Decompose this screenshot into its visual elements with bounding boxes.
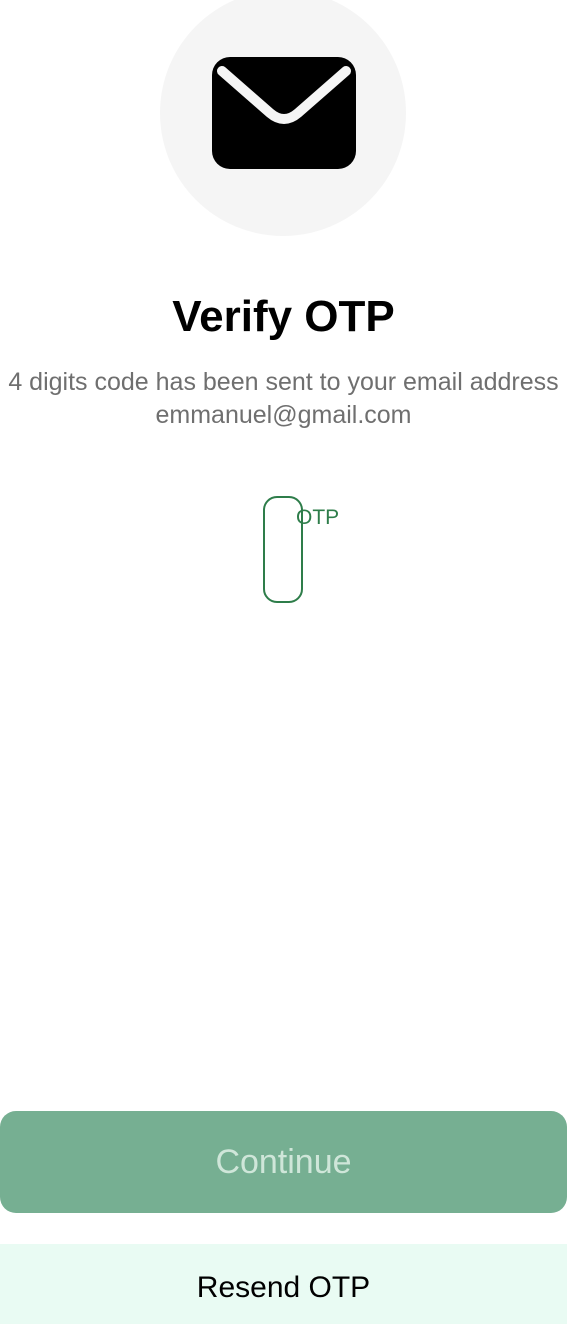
continue-button-label: Continue <box>215 1142 352 1181</box>
resend-otp-button[interactable]: Resend OTP <box>0 1244 567 1324</box>
otp-instructions: 4 digits code has been sent to your emai… <box>8 368 559 396</box>
continue-button[interactable]: Continue <box>0 1111 567 1213</box>
page-title: Verify OTP <box>172 292 395 341</box>
email-address: emmanuel@gmail.com <box>155 401 412 429</box>
otp-label: OTP <box>296 506 340 529</box>
resend-otp-label: Resend OTP <box>196 1271 371 1304</box>
mail-icon <box>212 57 356 169</box>
